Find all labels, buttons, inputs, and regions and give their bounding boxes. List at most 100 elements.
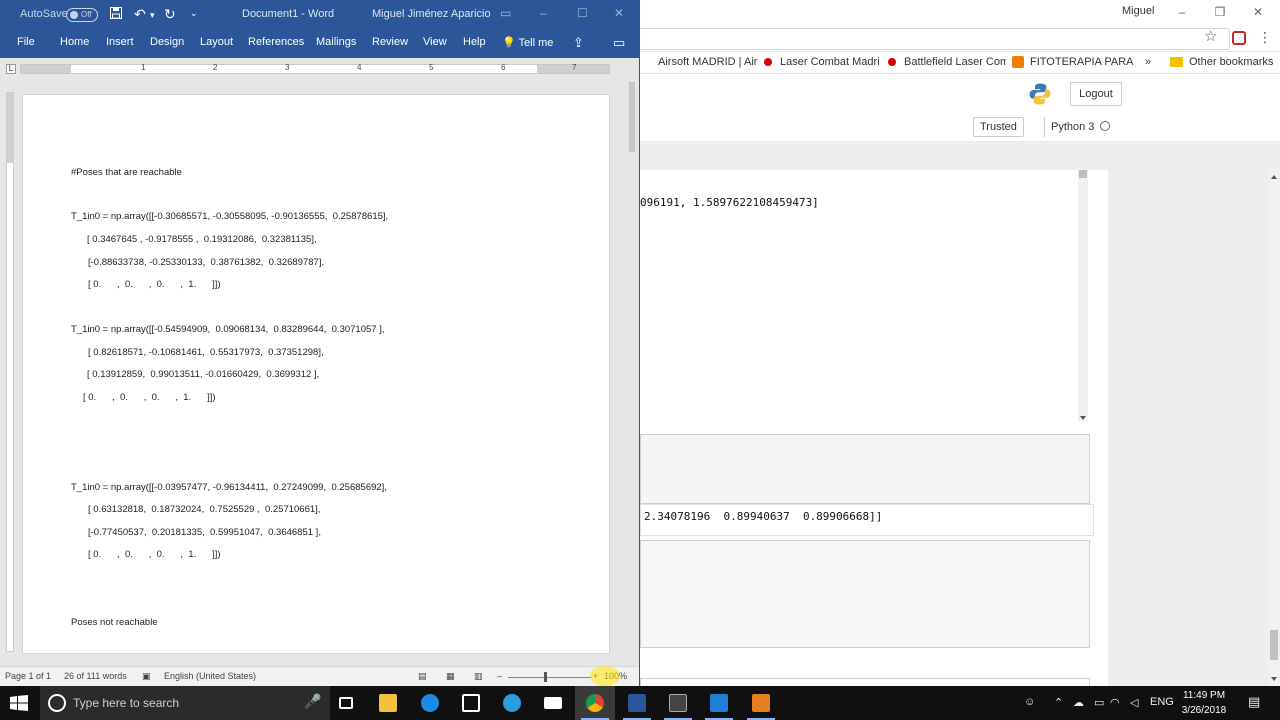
volume-icon[interactable]: ◁ [1130, 696, 1138, 709]
language-indicator[interactable]: English (United States) [164, 671, 256, 681]
zoom-slider[interactable] [508, 677, 592, 678]
code-line: T_1in0 = np.array([[-0.54594909, 0.09068… [71, 324, 385, 335]
code-cell[interactable] [640, 434, 1090, 504]
trusted-indicator[interactable]: Trusted [973, 117, 1024, 137]
mail-icon [544, 697, 562, 709]
undo-icon[interactable]: ↶ [134, 6, 146, 23]
bookmarks-overflow-button[interactable]: » [1145, 56, 1151, 68]
print-layout-icon[interactable]: ▦ [446, 671, 455, 682]
ruler-number: 2 [213, 63, 218, 72]
document-page[interactable]: #Poses that are reachable T_1in0 = np.ar… [22, 94, 610, 654]
close-icon[interactable]: ✕ [614, 6, 624, 20]
tab-view[interactable]: View [423, 36, 447, 48]
comments-icon[interactable]: ▭ [613, 35, 625, 51]
web-layout-icon[interactable]: ▥ [474, 671, 483, 682]
undo-dropdown-icon[interactable]: ▾ [150, 10, 155, 21]
taskbar-app[interactable] [741, 686, 781, 720]
proofing-icon[interactable]: ▣ [142, 671, 151, 682]
tab-help[interactable]: Help [463, 36, 486, 48]
share-icon[interactable]: ⇪ [573, 35, 584, 51]
customize-qat-icon[interactable]: ⌄ [190, 8, 198, 19]
taskbar-app[interactable] [492, 686, 532, 720]
taskbar: Type here to search 🎤 ☺ ⌃ ☁ ▭ ◠ ◁ ENG 11… [0, 686, 1280, 720]
onedrive-icon[interactable]: ☁ [1073, 696, 1084, 709]
people-icon[interactable]: ☺ [1024, 696, 1035, 708]
tray-overflow-icon[interactable]: ⌃ [1054, 696, 1063, 709]
zoom-out-icon[interactable]: – [497, 671, 502, 681]
notebook-page: 096191, 1.5897622108459473] 2.34078196 0… [640, 170, 1108, 686]
logout-button[interactable]: Logout [1070, 82, 1122, 106]
kernel-indicator[interactable]: Python 3 [1044, 117, 1111, 137]
bookmark-airsoft[interactable]: Airsoft MADRID | Air [658, 56, 770, 68]
network-icon[interactable]: ▭ [1094, 696, 1104, 709]
taskbar-edge[interactable] [410, 686, 450, 720]
bookmark-laser-combat[interactable]: Laser Combat Madrid [764, 56, 880, 68]
action-center-icon[interactable]: ▤ [1248, 694, 1260, 710]
taskbar-app[interactable] [699, 686, 739, 720]
bookmark-battlefield[interactable]: Battlefield Laser Com [888, 56, 1006, 68]
code-cell[interactable] [640, 678, 1090, 686]
tab-mailings[interactable]: Mailings [316, 36, 356, 48]
tab-references[interactable]: References [248, 36, 304, 48]
ruler-number: 6 [501, 63, 506, 72]
maximize-icon[interactable]: ❐ [1210, 3, 1230, 21]
taskbar-search-box[interactable]: Type here to search 🎤 [40, 686, 330, 720]
system-clock[interactable]: 11:49 PM 3/26/2018 [1176, 688, 1232, 718]
ruler-strip[interactable]: 1 2 3 4 5 6 7 [20, 63, 610, 74]
tell-me-box[interactable]: 💡 Tell me [502, 36, 553, 49]
page-scrollbar[interactable] [1268, 170, 1280, 686]
taskbar-terminal[interactable] [658, 686, 698, 720]
close-icon[interactable]: ✕ [1248, 3, 1268, 21]
code-line: T_1in0 = np.array([[-0.30685571, -0.3055… [71, 211, 389, 222]
bookmark-star-icon[interactable]: ☆ [1204, 27, 1217, 45]
zoom-slider-thumb[interactable] [544, 672, 547, 682]
output-scrollbar[interactable] [1078, 170, 1088, 422]
chrome-profile-name[interactable]: Miguel [1122, 5, 1154, 17]
wifi-icon[interactable]: ◠ [1110, 696, 1120, 709]
tab-review[interactable]: Review [372, 36, 408, 48]
taskbar-store[interactable] [451, 686, 491, 720]
bookmark-fitoterapia[interactable]: FITOTERAPIA PARA L [1012, 56, 1134, 69]
app-icon [503, 694, 521, 712]
other-bookmarks[interactable]: Other bookmarks [1170, 56, 1273, 68]
word-count[interactable]: 26 of 111 words [64, 671, 127, 681]
task-view-button[interactable] [326, 686, 366, 720]
tab-layout[interactable]: Layout [200, 36, 233, 48]
taskbar-mail[interactable] [533, 686, 573, 720]
tab-design[interactable]: Design [150, 36, 184, 48]
taskbar-word[interactable] [617, 686, 657, 720]
address-bar[interactable] [640, 28, 1230, 50]
tab-home[interactable]: Home [60, 36, 89, 48]
extension-icon[interactable] [1232, 31, 1246, 45]
ribbon-tabs: File Home Insert Design Layout Reference… [0, 30, 639, 58]
microphone-icon[interactable]: 🎤 [304, 693, 321, 710]
bookmark-favicon-icon [888, 58, 896, 67]
input-language[interactable]: ENG [1150, 696, 1174, 708]
windows-start-icon[interactable] [10, 695, 28, 711]
heading-reachable: #Poses that are reachable [71, 167, 182, 178]
page-count[interactable]: Page 1 of 1 [5, 671, 51, 681]
chrome-menu-icon[interactable]: ⋮ [1258, 29, 1272, 45]
save-icon[interactable] [110, 6, 122, 22]
minimize-icon[interactable]: – [540, 6, 547, 20]
maximize-icon[interactable]: ☐ [577, 6, 588, 20]
code-cell[interactable] [640, 540, 1090, 648]
ribbon-display-icon[interactable]: ▭ [500, 6, 511, 20]
account-name[interactable]: Miguel Jiménez Aparicio [372, 8, 491, 20]
vertical-ruler[interactable] [6, 92, 14, 652]
autosave-toggle[interactable]: Off [66, 8, 98, 22]
tab-insert[interactable]: Insert [106, 36, 134, 48]
bookmark-favicon-icon [764, 58, 772, 67]
taskbar-chrome[interactable] [575, 686, 615, 720]
redo-icon[interactable]: ↻ [164, 6, 176, 23]
minimize-icon[interactable]: – [1172, 3, 1192, 21]
code-line: T_1in0 = np.array([[-0.03957477, -0.9613… [71, 482, 387, 493]
taskbar-file-explorer[interactable] [368, 686, 408, 720]
tab-selector-button[interactable]: L [6, 64, 16, 74]
store-icon [462, 694, 480, 712]
read-mode-icon[interactable]: ▤ [418, 671, 427, 682]
chrome-window: Miguel – ❐ ✕ ☆ ⋮ Airsoft MADRID | Air La… [640, 0, 1280, 686]
document-scrollbar[interactable] [626, 80, 638, 666]
tab-file[interactable]: File [17, 36, 35, 48]
word-icon [628, 694, 646, 712]
